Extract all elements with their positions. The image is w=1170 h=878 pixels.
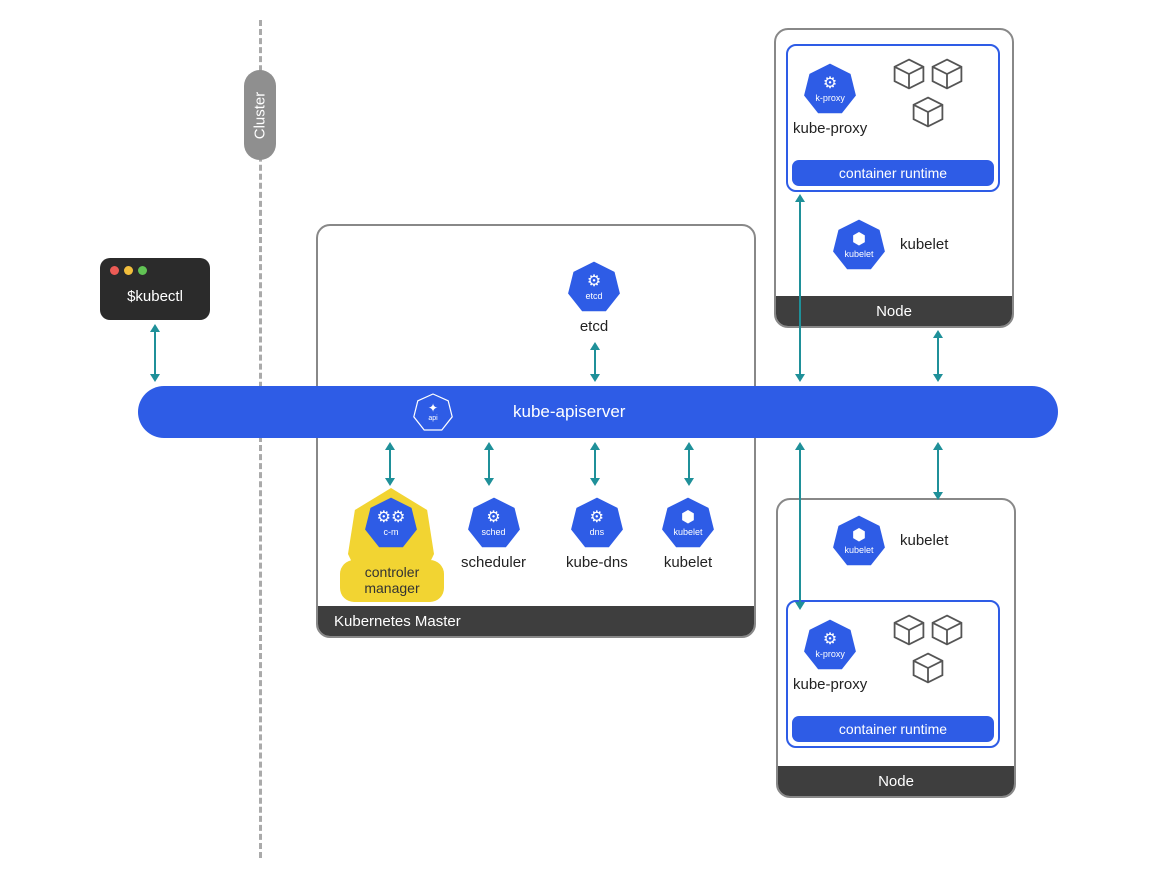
etcd-label: etcd	[580, 318, 608, 336]
master-kubelet-icon: ⬢kubelet	[661, 496, 715, 550]
node1-kube-proxy-label: kube-proxy	[793, 120, 867, 138]
master-kubelet-label: kubelet	[664, 554, 712, 572]
kube-apiserver-bar: ✦api kube-apiserver	[138, 386, 1058, 438]
controller-manager-component: ⚙⚙c-m	[364, 496, 418, 550]
terminal-dot-green	[138, 266, 147, 275]
node1-kube-proxy-icon: ⚙k-proxy	[803, 62, 857, 116]
scheduler-component: ⚙sched scheduler	[461, 496, 526, 572]
cube-icon	[929, 612, 965, 648]
arrow-etcd-apiserver	[594, 348, 596, 376]
cluster-label-text: Cluster	[252, 91, 269, 139]
terminal-dots	[110, 266, 147, 275]
node1-kubelet-label: kubelet	[900, 236, 948, 254]
node1-containers-icon	[886, 56, 970, 130]
scheduler-icon: ⚙sched	[467, 496, 521, 550]
kube-dns-component: ⚙dns kube-dns	[566, 496, 628, 572]
node2-kubelet-icon: ⬢kubelet	[832, 514, 886, 568]
node1-title: Node	[876, 303, 912, 320]
cube-icon	[910, 94, 946, 130]
master-kubelet-component: ⬢kubelet kubelet	[661, 496, 715, 572]
arrow-apiserver-dns	[594, 448, 596, 480]
arrow-apiserver-kubelet-master	[688, 448, 690, 480]
node2-kubelet-label: kubelet	[900, 532, 948, 550]
node2-kube-proxy-label: kube-proxy	[793, 676, 867, 694]
kube-apiserver-label: kube-apiserver	[513, 402, 625, 422]
node1-kube-proxy-component: ⚙k-proxy kube-proxy	[793, 62, 867, 138]
arrow-node1-proxy-apiserver	[799, 200, 801, 376]
node2-container-runtime-label: container runtime	[792, 716, 994, 742]
arrow-node1-kubelet-apiserver	[937, 336, 939, 376]
node2-kube-proxy-component: ⚙k-proxy kube-proxy	[793, 618, 867, 694]
kube-dns-label: kube-dns	[566, 554, 628, 572]
node1-footer: Node	[776, 296, 1012, 326]
node1-kubelet-component: ⬢kubelet kubelet	[832, 218, 948, 272]
cube-icon	[891, 612, 927, 648]
cube-icon	[929, 56, 965, 92]
etcd-component: ⚙etcd etcd	[567, 260, 621, 336]
arrow-apiserver-sched	[488, 448, 490, 480]
etcd-icon: ⚙etcd	[567, 260, 621, 314]
arrow-node2-proxy-apiserver	[799, 448, 801, 604]
kube-dns-icon: ⚙dns	[570, 496, 624, 550]
scheduler-label: scheduler	[461, 554, 526, 572]
node1-kubelet-icon: ⬢kubelet	[832, 218, 886, 272]
controller-manager-label: controler manager	[340, 560, 444, 602]
node2-kube-proxy-icon: ⚙k-proxy	[803, 618, 857, 672]
node1-container-runtime-label: container runtime	[792, 160, 994, 186]
terminal-dot-yellow	[124, 266, 133, 275]
node2-kubelet-component: ⬢kubelet kubelet	[832, 514, 948, 568]
node2-footer: Node	[778, 766, 1014, 796]
node2-title: Node	[878, 773, 914, 790]
arrow-apiserver-cm	[389, 448, 391, 480]
kubernetes-master-footer: Kubernetes Master	[318, 606, 754, 636]
terminal-dot-red	[110, 266, 119, 275]
kubernetes-master-title: Kubernetes Master	[334, 613, 461, 630]
cube-icon	[891, 56, 927, 92]
node2-containers-icon	[886, 612, 970, 686]
arrow-node2-kubelet-apiserver	[937, 448, 939, 494]
kubectl-terminal: $kubectl	[100, 258, 210, 320]
api-icon: ✦api	[413, 392, 453, 432]
cluster-label-badge: Cluster	[244, 70, 276, 160]
kubectl-command: $kubectl	[100, 288, 210, 305]
cube-icon	[910, 650, 946, 686]
controller-manager-icon: ⚙⚙c-m	[364, 496, 418, 550]
arrow-kubectl-apiserver	[154, 330, 156, 376]
